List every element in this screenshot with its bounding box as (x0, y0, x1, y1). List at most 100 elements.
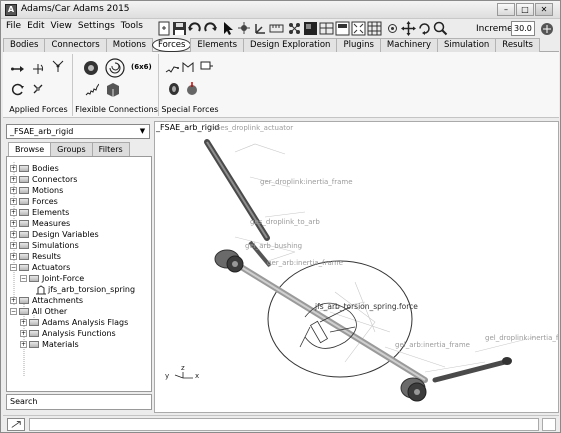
menu-file[interactable]: File (5, 21, 22, 35)
friction-icon[interactable] (199, 60, 213, 74)
tab-motions[interactable]: Motions (105, 38, 153, 52)
save-icon[interactable] (172, 21, 187, 36)
tab-forces[interactable]: Forces (151, 38, 192, 52)
gravity-icon[interactable] (185, 82, 199, 96)
menu-settings[interactable]: Settings (77, 21, 116, 35)
modal-force-icon[interactable] (165, 62, 179, 76)
model-graphics[interactable]: Ges_droplink_actuator ger_droplink:inert… (155, 122, 559, 413)
expand-toggle[interactable]: + (10, 297, 17, 304)
bushing-icon[interactable] (83, 60, 99, 76)
expand-toggle[interactable]: + (20, 330, 27, 337)
render-mode-icon[interactable] (303, 21, 318, 36)
expand-toggle[interactable]: + (10, 176, 17, 183)
tree-node-all-other[interactable]: − All Other (10, 306, 67, 317)
expand-toggle[interactable]: + (10, 231, 17, 238)
folder-icon (29, 319, 39, 326)
general-force-icon[interactable] (51, 59, 65, 73)
minimize-button[interactable]: – (497, 3, 515, 16)
tab-design-exploration[interactable]: Design Exploration (243, 38, 338, 52)
expand-toggle[interactable]: + (10, 220, 17, 227)
translate-icon[interactable] (401, 21, 416, 36)
status-expand-icon[interactable] (7, 418, 25, 431)
tree-node-actuators[interactable]: − Actuators (10, 262, 70, 273)
collapse-toggle[interactable]: − (10, 308, 17, 315)
single-force-icon[interactable] (11, 62, 25, 76)
menu-view[interactable]: View (50, 21, 73, 35)
mesh-icon[interactable] (287, 21, 302, 36)
tab-simulation[interactable]: Simulation (437, 38, 497, 52)
subtab-filters[interactable]: Filters (91, 142, 130, 156)
collapse-toggle[interactable]: − (20, 275, 27, 282)
flexible-connections-group: (6x6) Flexible Connections (75, 54, 159, 116)
tree-node-connectors[interactable]: + Connectors (10, 174, 77, 185)
select-arrow-icon[interactable] (221, 21, 236, 36)
collapse-toggle[interactable]: − (10, 264, 17, 271)
menu-tools[interactable]: Tools (120, 21, 144, 35)
origin-icon[interactable] (385, 21, 400, 36)
tree-node-results[interactable]: + Results (10, 251, 61, 262)
tab-elements[interactable]: Elements (190, 38, 245, 52)
view-layout-icon[interactable] (319, 21, 334, 36)
new-model-icon[interactable] (157, 21, 172, 36)
tab-plugins[interactable]: Plugins (336, 38, 381, 52)
subtab-groups[interactable]: Groups (50, 142, 93, 156)
right-bushing[interactable] (400, 377, 427, 402)
tree-node-bodies[interactable]: + Bodies (10, 163, 59, 174)
point-icon[interactable] (237, 21, 252, 36)
tree-node-jfs-arb-torsion-spring[interactable]: jfs_arb_torsion_spring (35, 284, 135, 295)
model-tree: + Bodies + Connectors + Motions + Forces + El… (6, 156, 152, 392)
tree-node-joint-force[interactable]: − Joint-Force (20, 273, 84, 284)
tree-node-motions[interactable]: + Motions (10, 185, 63, 196)
tree-node-measures[interactable]: + Measures (10, 218, 70, 229)
chevron-down-icon: ▼ (139, 127, 146, 135)
expand-toggle[interactable]: + (20, 319, 27, 326)
tree-node-analysis-functions[interactable]: + Analysis Functions (20, 328, 116, 339)
expand-toggle[interactable]: + (10, 165, 17, 172)
increment-spin-icon[interactable] (539, 21, 555, 37)
force-vector-icon[interactable] (31, 82, 45, 96)
measure-icon[interactable] (269, 21, 284, 36)
redo-icon[interactable] (203, 21, 218, 36)
tree-node-elements[interactable]: + Elements (10, 207, 69, 218)
beam-icon[interactable] (105, 82, 121, 98)
expand-toggle[interactable]: + (10, 242, 17, 249)
expand-toggle[interactable]: + (10, 253, 17, 260)
expand-toggle[interactable]: + (10, 187, 17, 194)
increment-input[interactable]: 30.0 (511, 21, 535, 36)
model-selector[interactable]: _FSAE_arb_rigid ▼ (6, 124, 150, 139)
tree-node-adams-analysis-flags[interactable]: + Adams Analysis Flags (20, 317, 128, 328)
single-torque-icon[interactable] (31, 62, 45, 76)
spring-damper-icon[interactable] (85, 82, 99, 96)
tree-node-design-variables[interactable]: + Design Variables (10, 229, 99, 240)
tab-machinery[interactable]: Machinery (379, 38, 439, 52)
rotate-icon[interactable] (417, 21, 432, 36)
maximize-button[interactable]: □ (516, 3, 534, 16)
close-button[interactable]: ✕ (535, 3, 553, 16)
field-element-icon[interactable] (181, 60, 195, 74)
subtab-browse[interactable]: Browse (8, 142, 52, 156)
search-input[interactable]: Search (6, 394, 152, 410)
expand-toggle[interactable]: + (20, 341, 27, 348)
tab-connectors[interactable]: Connectors (44, 38, 107, 52)
tire-icon[interactable] (167, 82, 181, 96)
six-by-six-badge[interactable]: (6x6) (131, 63, 152, 71)
fit-view-icon[interactable] (351, 21, 366, 36)
tree-node-simulations[interactable]: + Simulations (10, 240, 79, 251)
expand-toggle[interactable]: + (10, 198, 17, 205)
zoom-icon[interactable] (433, 21, 448, 36)
marker-icon[interactable] (253, 21, 268, 36)
torque-vector-icon[interactable] (11, 82, 25, 96)
window-split-icon[interactable] (335, 21, 350, 36)
grid-icon[interactable] (367, 21, 382, 36)
menu-edit[interactable]: Edit (26, 21, 45, 35)
tree-node-materials[interactable]: + Materials (20, 339, 79, 350)
left-bushing[interactable] (214, 249, 244, 273)
model-viewport[interactable]: _FSAE_arb_rigid Ges_droplink_actuator ge… (154, 121, 559, 413)
tree-node-attachments[interactable]: + Attachments (10, 295, 83, 306)
tree-node-forces[interactable]: + Forces (10, 196, 58, 207)
torsion-spring-icon[interactable] (105, 58, 125, 78)
expand-toggle[interactable]: + (10, 209, 17, 216)
undo-icon[interactable] (187, 21, 202, 36)
tab-results[interactable]: Results (495, 38, 540, 52)
tab-bodies[interactable]: Bodies (3, 38, 46, 52)
